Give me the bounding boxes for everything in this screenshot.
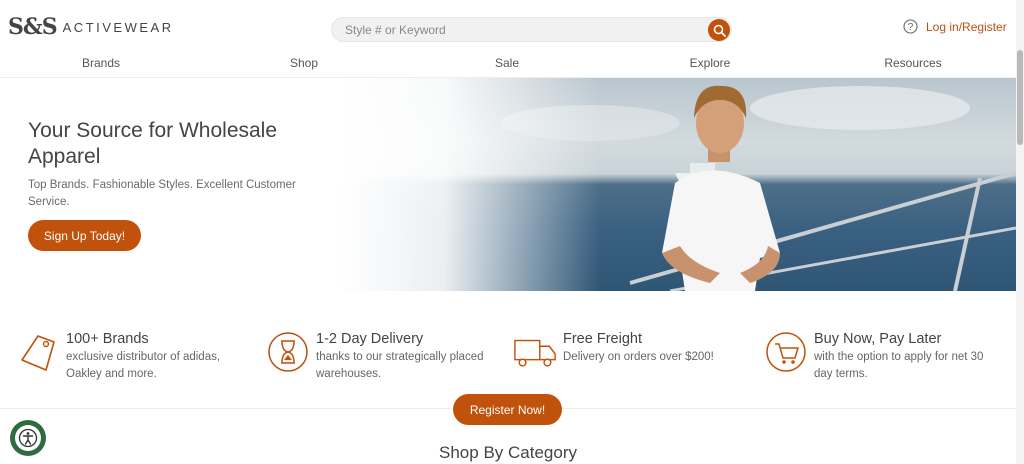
feature-delivery: 1-2 Day Delivery thanks to our strategic… xyxy=(266,330,496,383)
feature-brands: 100+ Brands exclusive distributor of adi… xyxy=(16,330,246,383)
truck-icon xyxy=(514,339,556,367)
hero-title: Your Source for Wholesale Apparel xyxy=(28,119,278,168)
nav-item-shop[interactable]: Shop xyxy=(290,56,318,70)
site-header: S&S ACTIVEWEAR ? Log in/Register xyxy=(0,0,1016,50)
tag-icon xyxy=(21,335,55,371)
page: S&S ACTIVEWEAR ? Log in/Register Brands … xyxy=(0,0,1024,464)
search-bar xyxy=(331,17,732,42)
feature-title: Free Freight xyxy=(563,331,642,347)
hero-subtitle: Top Brands. Fashionable Styles. Excellen… xyxy=(28,179,296,208)
accessibility-button[interactable] xyxy=(10,420,46,456)
feature-title: Buy Now, Pay Later xyxy=(814,331,942,347)
feature-pay-later: Buy Now, Pay Later with the option to ap… xyxy=(764,330,994,383)
scrollbar-thumb[interactable] xyxy=(1017,50,1023,145)
search-button[interactable] xyxy=(708,19,730,41)
nav-item-resources[interactable]: Resources xyxy=(884,56,941,70)
register-now-button[interactable]: Register Now! xyxy=(453,394,562,425)
feature-title: 1-2 Day Delivery xyxy=(316,331,424,347)
svg-text:?: ? xyxy=(908,22,914,33)
feature-desc: thanks to our strategically placed wareh… xyxy=(316,351,484,380)
nav-item-explore[interactable]: Explore xyxy=(690,56,731,70)
feature-body: Free Freight Delivery on orders over $20… xyxy=(563,330,743,374)
feature-freight: Free Freight Delivery on orders over $20… xyxy=(513,330,743,374)
page-scrollbar[interactable] xyxy=(1016,0,1024,464)
logo-text: ACTIVEWEAR xyxy=(62,19,174,35)
hero-fade xyxy=(340,78,600,291)
sign-up-button[interactable]: Sign Up Today! xyxy=(28,220,141,251)
search-input[interactable] xyxy=(345,22,695,37)
feature-body: 1-2 Day Delivery thanks to our strategic… xyxy=(316,330,496,383)
feature-desc: with the option to apply for net 30 day … xyxy=(814,351,984,380)
login-label: Log in/Register xyxy=(926,19,1007,34)
nav-item-brands[interactable]: Brands xyxy=(82,56,120,70)
site-logo[interactable]: S&S ACTIVEWEAR xyxy=(8,14,174,40)
cart-clock-icon xyxy=(766,332,806,372)
nav-item-sale[interactable]: Sale xyxy=(495,56,519,70)
accessibility-icon xyxy=(15,425,41,451)
hero-banner: Your Source for Wholesale Apparel Top Br… xyxy=(0,78,1016,291)
hero-text: Your Source for Wholesale Apparel Top Br… xyxy=(28,118,338,211)
feature-desc: exclusive distributor of adidas, Oakley … xyxy=(66,351,221,380)
feature-desc: Delivery on orders over $200! xyxy=(563,351,714,363)
login-register-link[interactable]: ? Log in/Register xyxy=(903,19,1007,34)
feature-title: 100+ Brands xyxy=(66,331,149,347)
help-icon: ? xyxy=(903,19,918,34)
logo-mark: S&S xyxy=(8,14,58,40)
search-icon xyxy=(713,24,726,37)
section-title: Shop By Category xyxy=(439,443,577,462)
feature-body: 100+ Brands exclusive distributor of adi… xyxy=(66,330,246,383)
hourglass-icon xyxy=(268,332,308,372)
feature-body: Buy Now, Pay Later with the option to ap… xyxy=(814,330,994,383)
main-nav: Brands Shop Sale Explore Resources xyxy=(0,50,1016,78)
features-strip: 100+ Brands exclusive distributor of adi… xyxy=(0,330,1016,390)
